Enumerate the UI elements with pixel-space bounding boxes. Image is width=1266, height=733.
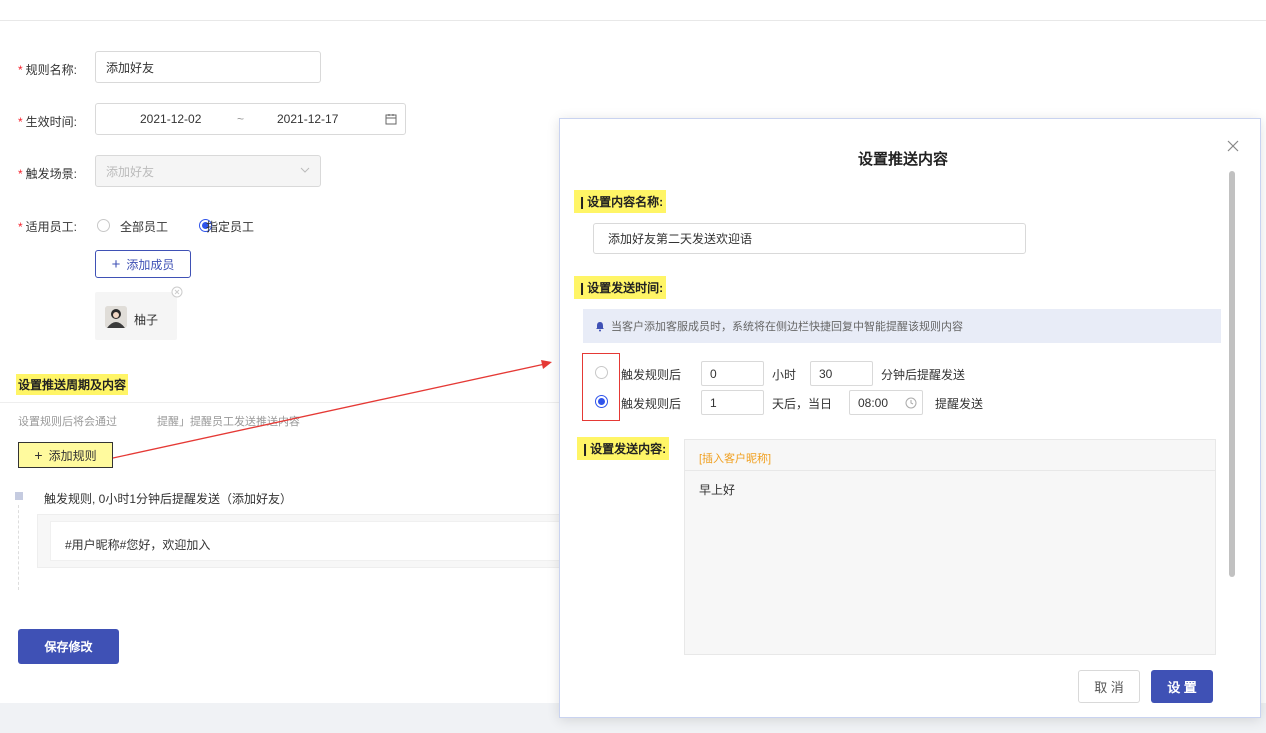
plus-icon: + bbox=[34, 447, 43, 463]
member-name: 柚子 bbox=[134, 313, 159, 327]
info-bar: 当客户添加客服成员时，系统将在侧边栏快捷回复中智能提醒该规则内容 bbox=[583, 309, 1221, 343]
date-separator: ~ bbox=[237, 112, 245, 126]
cancel-button[interactable]: 取 消 bbox=[1078, 670, 1140, 703]
time-section-label: ❙设置发送时间: bbox=[574, 276, 667, 299]
option2-time-picker[interactable]: 08:00 bbox=[849, 390, 923, 415]
trigger-label: * 触发场景: bbox=[18, 167, 78, 181]
rule-name-label: * 规则名称: bbox=[18, 63, 78, 77]
remove-member-icon[interactable] bbox=[171, 286, 183, 298]
bell-icon bbox=[596, 321, 604, 331]
content-name-input[interactable]: 添加好友第二天发送欢迎语 bbox=[593, 223, 1026, 254]
add-member-button[interactable]: + 添加成员 bbox=[95, 250, 191, 278]
add-rule-button[interactable]: + 添加规则 bbox=[18, 442, 113, 468]
option1-prefix: 触发规则后 bbox=[621, 368, 682, 382]
option2-suffix: 提醒发送 bbox=[935, 397, 984, 411]
rule-dot-icon bbox=[15, 492, 23, 500]
option2-days-input[interactable]: 1 bbox=[701, 390, 764, 415]
option1-radio[interactable] bbox=[595, 366, 608, 379]
modal-title: 设置推送内容 bbox=[858, 151, 949, 168]
timeline-line bbox=[18, 505, 19, 590]
push-section-desc: 设置规则后将会通过 提醒」提醒员工发送推送内容 bbox=[18, 416, 300, 428]
save-button[interactable]: 保存修改 bbox=[18, 629, 119, 664]
staff-all-label[interactable]: 全部员工 bbox=[120, 218, 168, 235]
option2-days-unit: 天后，当日 bbox=[772, 397, 833, 411]
option1-hours-unit: 小时 bbox=[772, 368, 797, 382]
option1-suffix: 分钟后提醒发送 bbox=[881, 368, 966, 382]
trigger-select: 添加好友 bbox=[95, 155, 321, 187]
date-start[interactable]: 2021-12-02 bbox=[140, 112, 201, 126]
rule-content-text: #用户昵称#您好，欢迎加入 bbox=[50, 521, 570, 561]
push-content-modal: 设置推送内容 ❙设置内容名称: 添加好友第二天发送欢迎语 ❙设置发送时间: 当客… bbox=[559, 118, 1261, 718]
effective-time-label: * 生效时间: bbox=[18, 115, 78, 129]
clock-icon bbox=[905, 397, 917, 409]
date-range-picker[interactable]: 2021-12-02 ~ 2021-12-17 bbox=[95, 103, 406, 135]
date-end[interactable]: 2021-12-17 bbox=[277, 112, 338, 126]
rule-name-input[interactable]: 添加好友 bbox=[95, 51, 321, 83]
content-editor[interactable]: [插入客户昵称] 早上好 bbox=[684, 439, 1216, 655]
option2-prefix: 触发规则后 bbox=[621, 397, 682, 411]
staff-label: * 适用员工: bbox=[18, 220, 78, 234]
section-divider bbox=[0, 402, 560, 403]
push-section-title: 设置推送周期及内容 bbox=[16, 374, 129, 395]
top-divider bbox=[0, 20, 1266, 21]
option1-hours-input[interactable]: 0 bbox=[701, 361, 764, 386]
chevron-down-icon bbox=[300, 167, 310, 173]
close-icon[interactable] bbox=[1227, 140, 1239, 152]
name-section-label: ❙设置内容名称: bbox=[574, 190, 667, 213]
annotation-box bbox=[582, 353, 620, 421]
member-card: 柚子 bbox=[95, 292, 177, 340]
confirm-button[interactable]: 设 置 bbox=[1151, 670, 1213, 703]
rule-item-title[interactable]: 触发规则, 0小时1分钟后提醒发送（添加好友） bbox=[44, 490, 292, 507]
content-section-label: ❙设置发送内容: bbox=[577, 437, 670, 460]
staff-specified-label[interactable]: 指定员工 bbox=[206, 218, 254, 235]
insert-nickname-button[interactable]: [插入客户昵称] bbox=[685, 440, 1215, 471]
content-text[interactable]: 早上好 bbox=[685, 471, 1215, 498]
rule-content-box: #用户昵称#您好，欢迎加入 bbox=[37, 514, 570, 568]
option1-minutes-input[interactable]: 30 bbox=[810, 361, 873, 386]
staff-all-radio[interactable] bbox=[97, 219, 110, 232]
option2-radio[interactable] bbox=[595, 395, 608, 408]
calendar-icon[interactable] bbox=[385, 113, 397, 125]
scrollbar[interactable] bbox=[1229, 171, 1235, 577]
avatar bbox=[105, 306, 127, 328]
plus-icon: + bbox=[111, 255, 121, 273]
